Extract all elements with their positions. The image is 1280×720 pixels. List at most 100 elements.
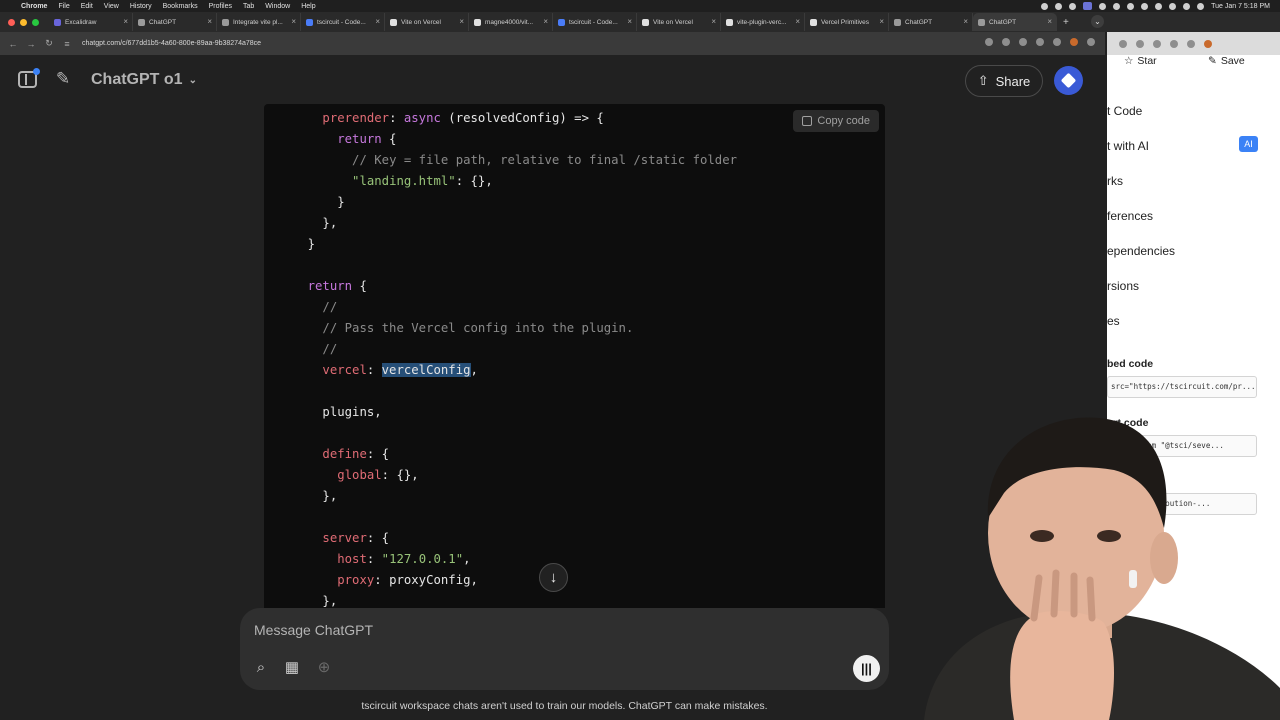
zoom-icon[interactable] xyxy=(1119,39,1127,48)
site-info-icon[interactable]: ≡ xyxy=(62,39,72,49)
menu-edit[interactable]: Edit xyxy=(81,3,93,10)
menu-item-code[interactable]: t Code xyxy=(1107,104,1142,118)
minimize-window-button[interactable] xyxy=(20,18,27,26)
reload-icon[interactable]: ↻ xyxy=(44,38,54,49)
tab-search-button[interactable]: ⌄ xyxy=(1091,15,1104,28)
forward-icon[interactable]: → xyxy=(26,39,36,49)
browser-tab[interactable]: tscircuit - Code... × xyxy=(553,13,637,31)
menu-bookmarks[interactable]: Bookmarks xyxy=(163,3,198,10)
wifi-icon[interactable] xyxy=(1169,2,1177,10)
browser-tab[interactable]: Excalidraw × xyxy=(49,13,133,31)
zoom-icon[interactable] xyxy=(985,38,993,46)
pencil-icon: ✎ xyxy=(1208,55,1217,67)
extension-icon[interactable] xyxy=(1153,39,1161,48)
close-tab-icon[interactable]: × xyxy=(123,17,128,26)
status-icon[interactable] xyxy=(1055,2,1063,10)
save-button[interactable]: ✎ Save xyxy=(1208,55,1245,67)
scroll-to-bottom-button[interactable]: ↓ xyxy=(539,563,568,592)
extension-icon[interactable] xyxy=(1036,38,1044,46)
macos-menu-bar: Chrome File Edit View History Bookmarks … xyxy=(0,0,1280,12)
status-icon[interactable] xyxy=(1099,2,1107,10)
extension-icon[interactable] xyxy=(1019,38,1027,46)
repo-toolbar: ☆ Star ✎ Save xyxy=(1107,55,1280,72)
browser-tab[interactable]: ChatGPT × xyxy=(889,13,973,31)
attach-icon[interactable]: ⌕ xyxy=(252,659,270,677)
menu-help[interactable]: Help xyxy=(301,3,315,10)
close-tab-icon[interactable]: × xyxy=(459,17,464,26)
sidebar-toggle-icon[interactable] xyxy=(18,68,40,88)
code-line: // Key = file path, relative to final /s… xyxy=(278,150,737,171)
browser-tab[interactable]: ChatGPT × xyxy=(973,13,1057,31)
back-icon[interactable]: ← xyxy=(8,39,18,49)
close-tab-icon[interactable]: × xyxy=(795,17,800,26)
share-button[interactable]: ⇧ Share xyxy=(965,65,1043,97)
menu-tab[interactable]: Tab xyxy=(243,3,254,10)
menu-window[interactable]: Window xyxy=(265,3,290,10)
maximize-window-button[interactable] xyxy=(32,18,39,26)
profile-icon[interactable] xyxy=(1070,38,1078,46)
menu-item-dependencies[interactable]: ependencies xyxy=(1107,244,1175,258)
close-tab-icon[interactable]: × xyxy=(291,17,296,26)
close-tab-icon[interactable]: × xyxy=(963,17,968,26)
bookmark-star-icon[interactable] xyxy=(1136,39,1144,48)
menu-item-files[interactable]: es xyxy=(1107,314,1120,328)
status-icon[interactable] xyxy=(1127,2,1135,10)
menu-chrome[interactable]: Chrome xyxy=(21,3,47,10)
menu-history[interactable]: History xyxy=(130,3,152,10)
menu-view[interactable]: View xyxy=(104,3,119,10)
browser-tab[interactable]: tscircuit - Code... × xyxy=(301,13,385,31)
status-icon[interactable] xyxy=(1155,2,1163,10)
menu-clock[interactable]: Tue Jan 7 5:18 PM xyxy=(1211,3,1270,10)
close-tab-icon[interactable]: × xyxy=(375,17,380,26)
copy-code-button[interactable]: Copy code xyxy=(793,110,879,132)
embed-code-box[interactable]: src="https://tscircuit.com/pr... xyxy=(1107,376,1257,398)
browser-tab[interactable]: vite-plugin-verc... × xyxy=(721,13,805,31)
browser-tab[interactable]: Integrate vite pl... × xyxy=(217,13,301,31)
close-tab-icon[interactable]: × xyxy=(711,17,716,26)
search-icon[interactable] xyxy=(1183,2,1191,10)
new-chat-icon[interactable]: ✎ xyxy=(53,69,73,89)
browser-tab[interactable]: Vite on Vercel × xyxy=(385,13,469,31)
model-selector[interactable]: ChatGPT o1 ⌄ xyxy=(91,71,197,89)
profile-icon[interactable] xyxy=(1204,39,1212,48)
tab-label: vite-plugin-verc... xyxy=(737,18,787,26)
close-tab-icon[interactable]: × xyxy=(627,17,632,26)
url-field[interactable]: chatgpt.com/c/677dd1b5-4a60-800e-89aa-9b… xyxy=(82,40,261,47)
code-token: : proxyConfig, xyxy=(374,573,478,587)
avatar[interactable] xyxy=(1054,66,1083,95)
browser-tab[interactable]: ChatGPT × xyxy=(133,13,217,31)
status-icon[interactable] xyxy=(1113,2,1121,10)
browser-tab[interactable]: Vercel Primitives × xyxy=(805,13,889,31)
tools-icon[interactable]: ▦ xyxy=(283,659,301,677)
code-line: prerender: async (resolvedConfig) => { xyxy=(278,108,603,129)
status-icon[interactable] xyxy=(1141,2,1149,10)
menu-item-forks[interactable]: rks xyxy=(1107,174,1123,188)
globe-icon[interactable]: ⊕ xyxy=(315,659,333,677)
status-icon[interactable] xyxy=(1041,2,1049,10)
code-token: }, xyxy=(322,216,338,230)
menu-file[interactable]: File xyxy=(58,3,69,10)
close-tab-icon[interactable]: × xyxy=(879,17,884,26)
close-tab-icon[interactable]: × xyxy=(1047,17,1052,26)
extension-icon[interactable] xyxy=(1053,38,1061,46)
browser-tab[interactable]: Vite on Vercel × xyxy=(637,13,721,31)
new-tab-button[interactable]: + xyxy=(1063,17,1069,28)
close-tab-icon[interactable]: × xyxy=(207,17,212,26)
code-line: // xyxy=(278,339,337,360)
menu-item-versions[interactable]: rsions xyxy=(1107,279,1139,293)
status-icon-active[interactable] xyxy=(1083,2,1093,10)
bookmark-star-icon[interactable] xyxy=(1002,38,1010,46)
message-input[interactable]: Message ChatGPT xyxy=(254,622,373,638)
menu-profiles[interactable]: Profiles xyxy=(209,3,232,10)
extension-icon[interactable] xyxy=(1170,39,1178,48)
extension-icon[interactable] xyxy=(1187,39,1195,48)
control-center-icon[interactable] xyxy=(1197,2,1205,10)
close-tab-icon[interactable]: × xyxy=(543,17,548,26)
status-icon[interactable] xyxy=(1069,2,1077,10)
menu-item-references[interactable]: ferences xyxy=(1107,209,1153,223)
more-icon[interactable] xyxy=(1087,38,1095,46)
browser-tab[interactable]: magne4000/vit... × xyxy=(469,13,553,31)
star-button[interactable]: ☆ Star xyxy=(1124,55,1157,67)
close-window-button[interactable] xyxy=(8,18,15,26)
menu-item-with-ai[interactable]: t with AI xyxy=(1107,139,1149,153)
